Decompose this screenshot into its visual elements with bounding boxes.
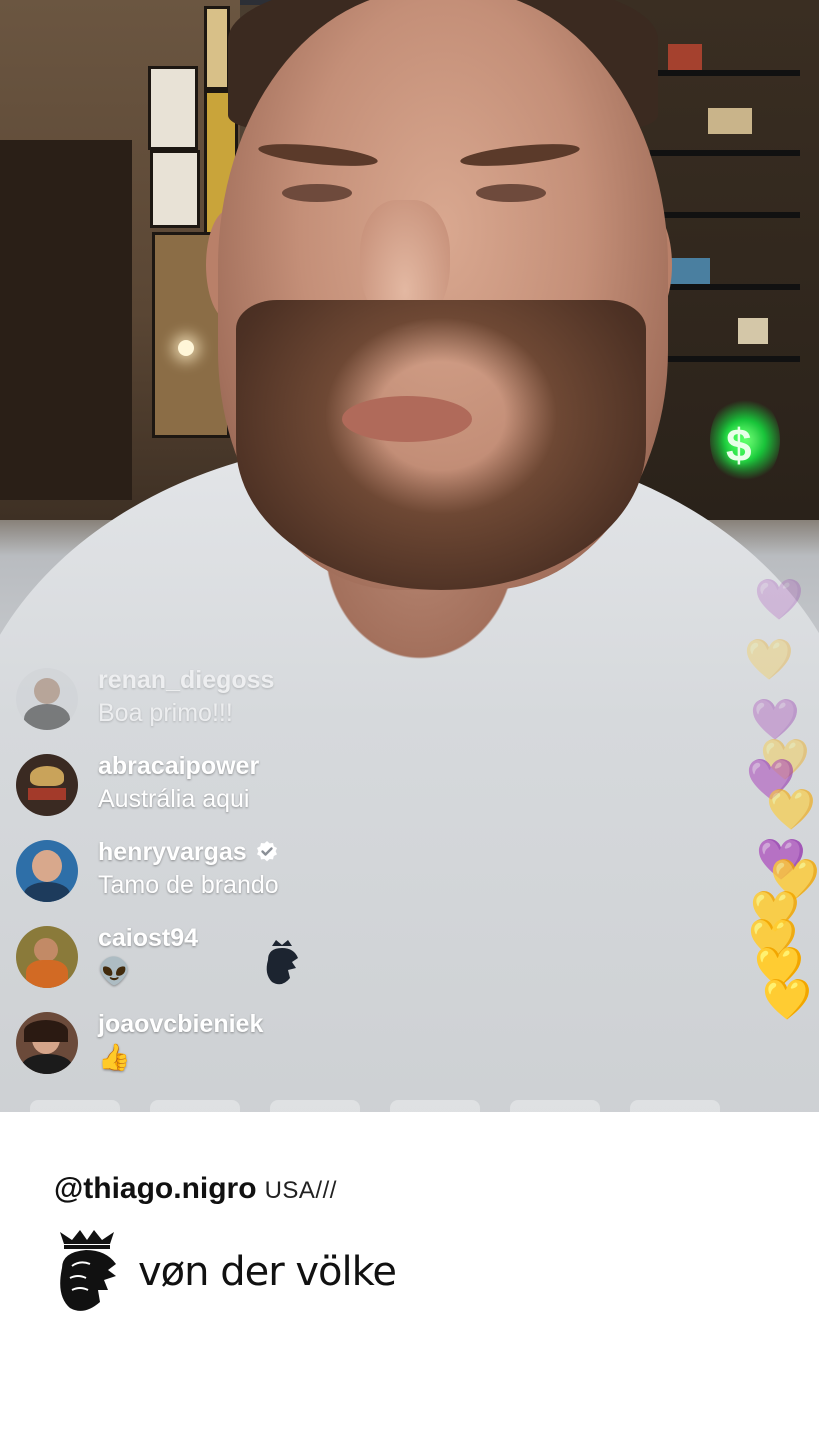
comment-username[interactable]: renan_diegoss bbox=[98, 664, 274, 696]
person-eye bbox=[282, 184, 352, 202]
comment-item: henryvargas Tamo de brando bbox=[16, 836, 436, 922]
location-tag: USA/// bbox=[264, 1177, 337, 1204]
comment-text: 👽 bbox=[98, 956, 131, 986]
control-pill[interactable] bbox=[390, 1100, 480, 1112]
heart-reaction-icon: 💜 bbox=[754, 578, 804, 622]
heart-reaction-icon: 💛 bbox=[766, 788, 816, 832]
wall-picture bbox=[204, 6, 230, 90]
comment-username-text[interactable]: henryvargas bbox=[98, 836, 247, 868]
heart-reaction-icon: 💛 bbox=[744, 638, 794, 682]
brand-name: vøn der völke bbox=[138, 1249, 397, 1295]
avatar[interactable] bbox=[16, 668, 78, 730]
comment-item: renan_diegoss Boa primo!!! bbox=[16, 664, 436, 750]
comment-username[interactable]: caiost94 bbox=[98, 922, 198, 954]
comment-item: abracaipower Austrália aqui bbox=[16, 750, 436, 836]
control-pill[interactable] bbox=[630, 1100, 720, 1112]
shelf-book bbox=[738, 318, 768, 344]
live-comments-list: renan_diegoss Boa primo!!! abracaipower … bbox=[16, 664, 436, 1094]
avatar[interactable] bbox=[16, 1012, 78, 1074]
comment-username[interactable]: abracaipower bbox=[98, 750, 259, 782]
control-pill[interactable] bbox=[30, 1100, 120, 1112]
comment-username[interactable]: henryvargas bbox=[98, 836, 279, 868]
shelf-board bbox=[650, 212, 800, 218]
comment-username[interactable]: joaovcbieniek bbox=[98, 1008, 263, 1040]
comment-text: Boa primo!!! bbox=[98, 699, 233, 727]
heart-reaction-icon: 💜 bbox=[750, 698, 800, 742]
shelf-board bbox=[650, 356, 800, 362]
live-video[interactable]: $ renan_diegoss Boa primo!!! abracaipowe… bbox=[0, 0, 819, 1112]
shelf-board bbox=[650, 70, 800, 76]
neon-dollar-sign: $ bbox=[726, 419, 752, 471]
bottom-controls bbox=[0, 1100, 819, 1112]
verified-badge-icon bbox=[256, 841, 277, 862]
account-handle[interactable]: @thiago.nigro bbox=[54, 1172, 257, 1205]
comment-item: joaovcbieniek 👍 bbox=[16, 1008, 436, 1094]
control-pill[interactable] bbox=[150, 1100, 240, 1112]
lion-crown-logo-icon bbox=[60, 1230, 116, 1311]
floating-hearts: 💜 💛 💜 💛 💜 💛 💜 💛 💛 💛 💛 💛 bbox=[740, 540, 819, 1040]
avatar[interactable] bbox=[16, 754, 78, 816]
lamp-light bbox=[178, 340, 194, 356]
comment-text: 👍 bbox=[98, 1042, 131, 1072]
person-beard bbox=[236, 300, 646, 590]
person-eye bbox=[476, 184, 546, 202]
heart-reaction-icon: 💛 bbox=[762, 978, 812, 1022]
brand-signature: vøn der völke bbox=[54, 1228, 397, 1316]
comment-text: Austrália aqui bbox=[98, 785, 250, 813]
avatar[interactable] bbox=[16, 926, 78, 988]
comment-item: caiost94 👽 bbox=[16, 922, 436, 1008]
shelf-board bbox=[650, 150, 800, 156]
control-pill[interactable] bbox=[270, 1100, 360, 1112]
person-mouth bbox=[342, 396, 472, 442]
shelf-book bbox=[668, 44, 702, 70]
avatar[interactable] bbox=[16, 840, 78, 902]
post-caption: @thiago.nigro USA/// bbox=[54, 1172, 337, 1206]
shelf-board bbox=[650, 284, 800, 290]
background-door bbox=[0, 140, 132, 500]
comment-text: Tamo de brando bbox=[98, 871, 279, 899]
shelf-book bbox=[708, 108, 752, 134]
wall-picture bbox=[150, 150, 200, 228]
control-pill[interactable] bbox=[510, 1100, 600, 1112]
wall-picture bbox=[148, 66, 198, 150]
